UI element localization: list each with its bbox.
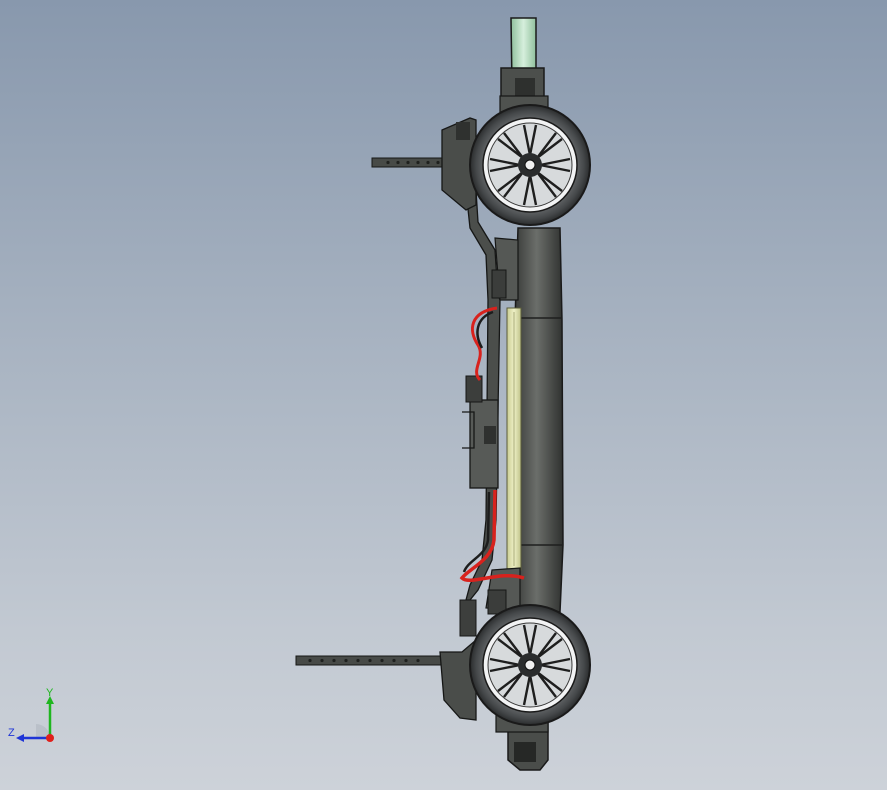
x-axis [46, 734, 54, 742]
orientation-triad[interactable]: Y Z [8, 688, 68, 748]
rc-car-chassis-model[interactable] [0, 0, 887, 790]
chassis-tub [514, 227, 564, 613]
graphics-viewport[interactable]: Y Z [0, 0, 887, 790]
z-axis-label: Z [8, 727, 15, 739]
y-axis-label: Y [46, 688, 54, 699]
front-wheel [469, 104, 591, 226]
rear-wheel [469, 604, 591, 726]
battery-pack [506, 307, 522, 571]
